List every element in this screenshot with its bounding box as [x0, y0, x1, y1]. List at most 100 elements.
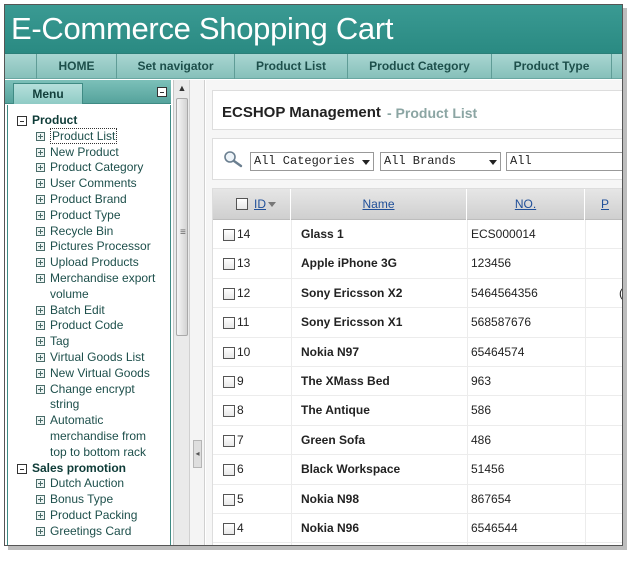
menu-item[interactable]: Upload Products: [8, 255, 170, 271]
cell-no: 51456: [471, 462, 505, 477]
table-header: ID Name NO. P: [213, 189, 622, 220]
expand-icon: [36, 495, 45, 505]
cell-name: The Antique: [301, 403, 370, 418]
status-select[interactable]: All: [506, 152, 622, 171]
collapse-icon[interactable]: [17, 463, 27, 474]
menu-item[interactable]: Automatic merchandise from top to bottom…: [8, 413, 164, 460]
row-checkbox[interactable]: [223, 405, 235, 418]
collapse-icon[interactable]: [17, 116, 27, 126]
menu-item[interactable]: Change encrypt string: [8, 382, 148, 414]
menu-item-label: Dutch Auction: [50, 476, 125, 491]
app-window: E-Commerce Shopping Cart HOME Set naviga…: [4, 4, 623, 546]
menu-item[interactable]: Product Brand: [8, 192, 170, 208]
menu-group[interactable]: Product: [8, 113, 170, 129]
menu-item[interactable]: Product Type: [8, 208, 170, 224]
menu-item[interactable]: New Product: [8, 145, 170, 161]
expand-icon: [36, 179, 45, 189]
menu-item[interactable]: Recycle Bin: [8, 224, 170, 240]
menu-item[interactable]: Merchandise export volume: [8, 271, 170, 303]
menu-item[interactable]: Batch Edit: [8, 303, 170, 319]
menu-item-label: Product Packing: [50, 507, 138, 522]
row-checkbox[interactable]: [223, 346, 235, 359]
menu-scrollbar[interactable]: ▲ ≡: [173, 80, 189, 545]
collapse-icon[interactable]: [157, 87, 167, 97]
menu-item-label: Merchandise export volume: [50, 270, 156, 301]
cell-id: 5: [237, 491, 244, 506]
menu-item[interactable]: New Virtual Goods: [8, 366, 170, 382]
menu-item[interactable]: Tag: [8, 334, 170, 350]
table-row[interactable]: 11 Sony Ericsson X1 568587676: [213, 308, 622, 338]
th-id-link[interactable]: ID: [254, 189, 266, 220]
cell-no: 5464564356: [471, 285, 538, 300]
row-checkbox[interactable]: [223, 464, 235, 477]
nav-spacer: [5, 54, 37, 79]
page-title: ECSHOP Management: [222, 104, 381, 121]
cell-no: 867654: [471, 491, 512, 506]
menu-group[interactable]: Sales promotion: [8, 461, 170, 477]
status-select-value: All: [510, 154, 532, 168]
table-row[interactable]: 6 Black Workspace 51456: [213, 455, 622, 485]
nav-product-type[interactable]: Product Type: [492, 54, 612, 79]
expand-icon: [36, 416, 45, 426]
menu-item-label: Recycle Bin: [50, 223, 114, 238]
panel-splitter[interactable]: ◂: [189, 80, 205, 545]
expand-icon: [36, 526, 45, 536]
row-checkbox[interactable]: [223, 523, 235, 535]
cell-no: 6546544: [471, 521, 518, 535]
menu-item-label: Product Category: [50, 160, 144, 175]
filter-bar: All Categories All Brands All: [212, 138, 622, 180]
th-next[interactable]: P: [585, 189, 622, 220]
expand-icon: [36, 210, 45, 220]
collapse-left-icon[interactable]: ◂: [193, 440, 202, 468]
menu-item-label: Pictures Processor: [50, 239, 151, 254]
table-row[interactable]: 5 Nokia N98 867654: [213, 485, 622, 514]
menu-item[interactable]: Pictures Processor: [8, 239, 170, 255]
nav-home[interactable]: HOME: [37, 54, 117, 79]
scroll-thumb[interactable]: ≡: [176, 98, 188, 336]
brand-select[interactable]: All Brands: [380, 152, 501, 171]
menu-item[interactable]: Greetings Card: [8, 524, 170, 540]
row-checkbox[interactable]: [223, 493, 235, 506]
expand-icon: [36, 352, 45, 362]
menu-item-label: Greetings Card: [50, 523, 132, 538]
row-checkbox[interactable]: [223, 317, 235, 330]
menu-item[interactable]: Product Code: [8, 318, 170, 334]
row-checkbox[interactable]: [223, 434, 235, 447]
nav-set-navigator[interactable]: Set navigator: [117, 54, 235, 79]
nav-home-label: HOME: [58, 59, 95, 73]
menu-item[interactable]: Dutch Auction: [8, 476, 170, 492]
menu-item[interactable]: User Comments: [8, 176, 170, 192]
row-checkbox[interactable]: [223, 258, 235, 271]
table-row[interactable]: 4 Nokia N96 6546544: [213, 514, 622, 544]
menu-item[interactable]: Product Packing: [8, 508, 170, 524]
app-title: E-Commerce Shopping Cart: [11, 11, 394, 46]
menu-item[interactable]: Bonus Type: [8, 492, 170, 508]
menu-item[interactable]: Product Category: [8, 160, 170, 176]
menu-tab[interactable]: Menu: [13, 83, 83, 104]
th-no[interactable]: NO.: [467, 189, 585, 220]
expand-icon: [36, 337, 45, 347]
row-checkbox[interactable]: [223, 287, 235, 300]
cell-name: Apple iPhone 3G: [301, 256, 398, 271]
nav-product-category[interactable]: Product Category: [348, 54, 492, 79]
nav-product-list[interactable]: Product List: [235, 54, 348, 79]
table-row[interactable]: 12 Sony Ericsson X2 5464564356 (: [213, 279, 622, 309]
th-name[interactable]: Name: [291, 189, 467, 220]
table-row[interactable]: 9 The XMass Bed 963: [213, 367, 622, 397]
menu-item[interactable]: Virtual Goods List: [8, 350, 170, 366]
table-row[interactable]: 13 Apple iPhone 3G 123456: [213, 249, 622, 279]
row-checkbox[interactable]: [223, 229, 235, 241]
table-row[interactable]: 7 Green Sofa 486: [213, 426, 622, 456]
expand-icon: [36, 368, 45, 378]
sort-down-icon[interactable]: [266, 189, 276, 220]
table-row[interactable]: 10 Nokia N97 65464574: [213, 338, 622, 367]
menu-item[interactable]: Product List: [8, 127, 170, 145]
expand-icon: [36, 258, 45, 268]
select-all-checkbox[interactable]: [236, 198, 248, 210]
table-row[interactable]: 8 The Antique 586: [213, 396, 622, 426]
row-checkbox[interactable]: [223, 376, 235, 388]
scroll-up-icon[interactable]: ▲: [176, 82, 188, 94]
category-select[interactable]: All Categories: [250, 152, 374, 171]
table-row[interactable]: 14 Glass 1 ECS000014: [213, 220, 622, 250]
cell-no: 65464574: [471, 344, 525, 359]
